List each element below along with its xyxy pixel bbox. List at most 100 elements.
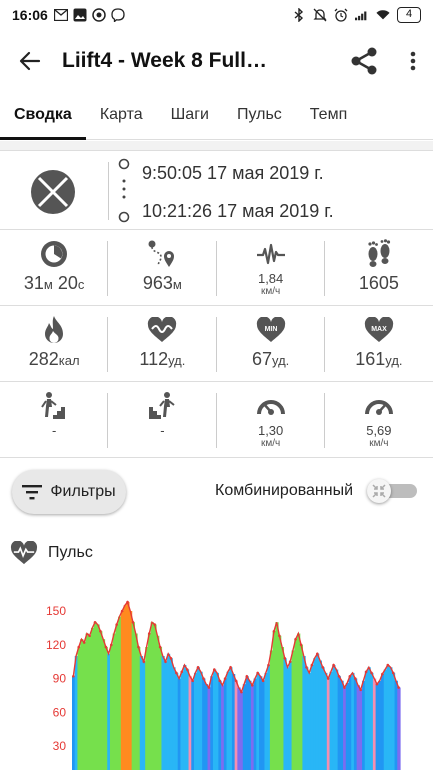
hr-point (126, 600, 129, 604)
viber-icon (111, 8, 125, 22)
tab-steps[interactable]: Шаги (157, 92, 223, 140)
gauge-high-icon (364, 391, 394, 421)
hr-point (310, 663, 314, 667)
hr-point (245, 674, 249, 678)
stairs-up-icon (39, 391, 69, 421)
hr-point (343, 686, 346, 689)
hr-point (185, 668, 189, 671)
mail-icon (53, 8, 68, 22)
hr-point (288, 660, 292, 663)
hr-point (364, 670, 368, 674)
camera-icon (92, 8, 106, 22)
hr-point (305, 665, 308, 669)
filters-label: Фильтры (50, 483, 116, 500)
hr-point (250, 683, 254, 687)
page-title: Liift4 - Week 8 Full… (62, 49, 267, 72)
y-tick-label: 120 (46, 638, 66, 652)
divider (0, 141, 433, 151)
stat-value: 963м (142, 273, 182, 293)
stat-value: 112уд. (139, 349, 186, 369)
tab-heart-rate[interactable]: Пульс (223, 92, 296, 140)
heart-rate-section-header: Пульс (10, 540, 93, 566)
y-tick-label: 150 (46, 604, 66, 618)
stat-value: 1,30 (257, 423, 284, 438)
hr-point (207, 686, 211, 689)
bluetooth-icon (292, 8, 306, 22)
stat-min-speed: 1,30 км/ч (217, 383, 326, 458)
hr-point (321, 665, 325, 669)
hr-point (110, 643, 113, 647)
hr-point (359, 688, 362, 692)
tab-map[interactable]: Карта (86, 92, 157, 140)
sport-type-icon[interactable] (30, 169, 76, 215)
hr-point (332, 663, 335, 667)
hr-point (348, 674, 352, 678)
app-bar: Liift4 - Week 8 Full… (0, 30, 433, 92)
system-icons: 4 (292, 7, 421, 23)
stat-unit: км/ч (261, 286, 281, 297)
stats-row: 31м 20с 963м 1,84 км/ч 1605 (0, 231, 433, 306)
hr-point (153, 623, 156, 626)
hr-point (299, 643, 303, 647)
stat-descent: - (108, 383, 217, 458)
hr-point (82, 641, 86, 644)
share-icon (351, 47, 377, 75)
more-options-button[interactable] (393, 30, 433, 92)
timeline-icon (118, 158, 130, 223)
hr-point (131, 620, 135, 624)
svg-text:MIN: MIN (264, 326, 277, 333)
y-tick-label: 60 (53, 705, 67, 719)
tab-pace[interactable]: Темп (296, 92, 361, 140)
stat-avg-speed: 1,84 км/ч (217, 231, 326, 306)
hr-point (72, 674, 75, 678)
hr-point (381, 672, 384, 676)
signal-icon (355, 8, 369, 22)
stats-row: 282кал 112уд. MIN 67уд. MAX 161уд. (0, 307, 433, 382)
hr-point (180, 670, 184, 674)
y-tick-label: 30 (53, 739, 67, 753)
hr-point (337, 674, 341, 678)
footprints-icon (364, 239, 394, 269)
hr-point (397, 686, 400, 689)
hr-point (240, 690, 243, 694)
stat-calories: 282кал (0, 307, 109, 382)
hr-point (370, 671, 373, 675)
share-button[interactable] (335, 30, 393, 92)
heart-rate-chart[interactable]: 30 60 90 120 150 (0, 580, 433, 770)
hr-point (272, 629, 276, 633)
combined-toggle[interactable] (367, 479, 419, 503)
hr-point (158, 645, 162, 649)
hr-point (104, 645, 108, 649)
hr-point (142, 660, 146, 663)
distance-icon (147, 239, 177, 269)
combined-label: Комбинированный (215, 482, 354, 499)
stat-value: 67уд. (251, 349, 290, 369)
stat-value: 161уд. (355, 349, 403, 369)
status-bar: 16:06 4 (0, 0, 433, 30)
stat-steps: 1605 (325, 231, 433, 306)
stat-unit: км/ч (369, 438, 389, 449)
tab-summary[interactable]: Сводка (0, 92, 86, 140)
hr-point (169, 656, 173, 660)
svg-text:MAX: MAX (371, 326, 387, 333)
hr-point (223, 677, 227, 680)
hr-point (218, 679, 222, 683)
status-time: 16:06 (12, 7, 48, 23)
stairs-down-icon (147, 391, 177, 421)
stat-ascent: - (0, 383, 109, 458)
notification-icons (53, 8, 125, 22)
filters-button[interactable]: Фильтры (12, 470, 126, 514)
alarm-icon (334, 8, 348, 22)
back-button[interactable] (0, 30, 60, 92)
hr-point (283, 656, 287, 660)
start-time: 9:50:05 17 мая 2019 г. (142, 163, 324, 183)
hr-point (202, 677, 205, 680)
stat-value: - (51, 423, 57, 438)
hr-point (88, 634, 91, 638)
hr-point (353, 677, 357, 680)
hr-point (196, 665, 200, 669)
stat-avg-heart-rate: 112уд. (108, 307, 217, 382)
hr-point (137, 645, 140, 649)
stat-max-heart-rate: MAX 161уд. (325, 307, 433, 382)
hr-bar (397, 687, 401, 770)
